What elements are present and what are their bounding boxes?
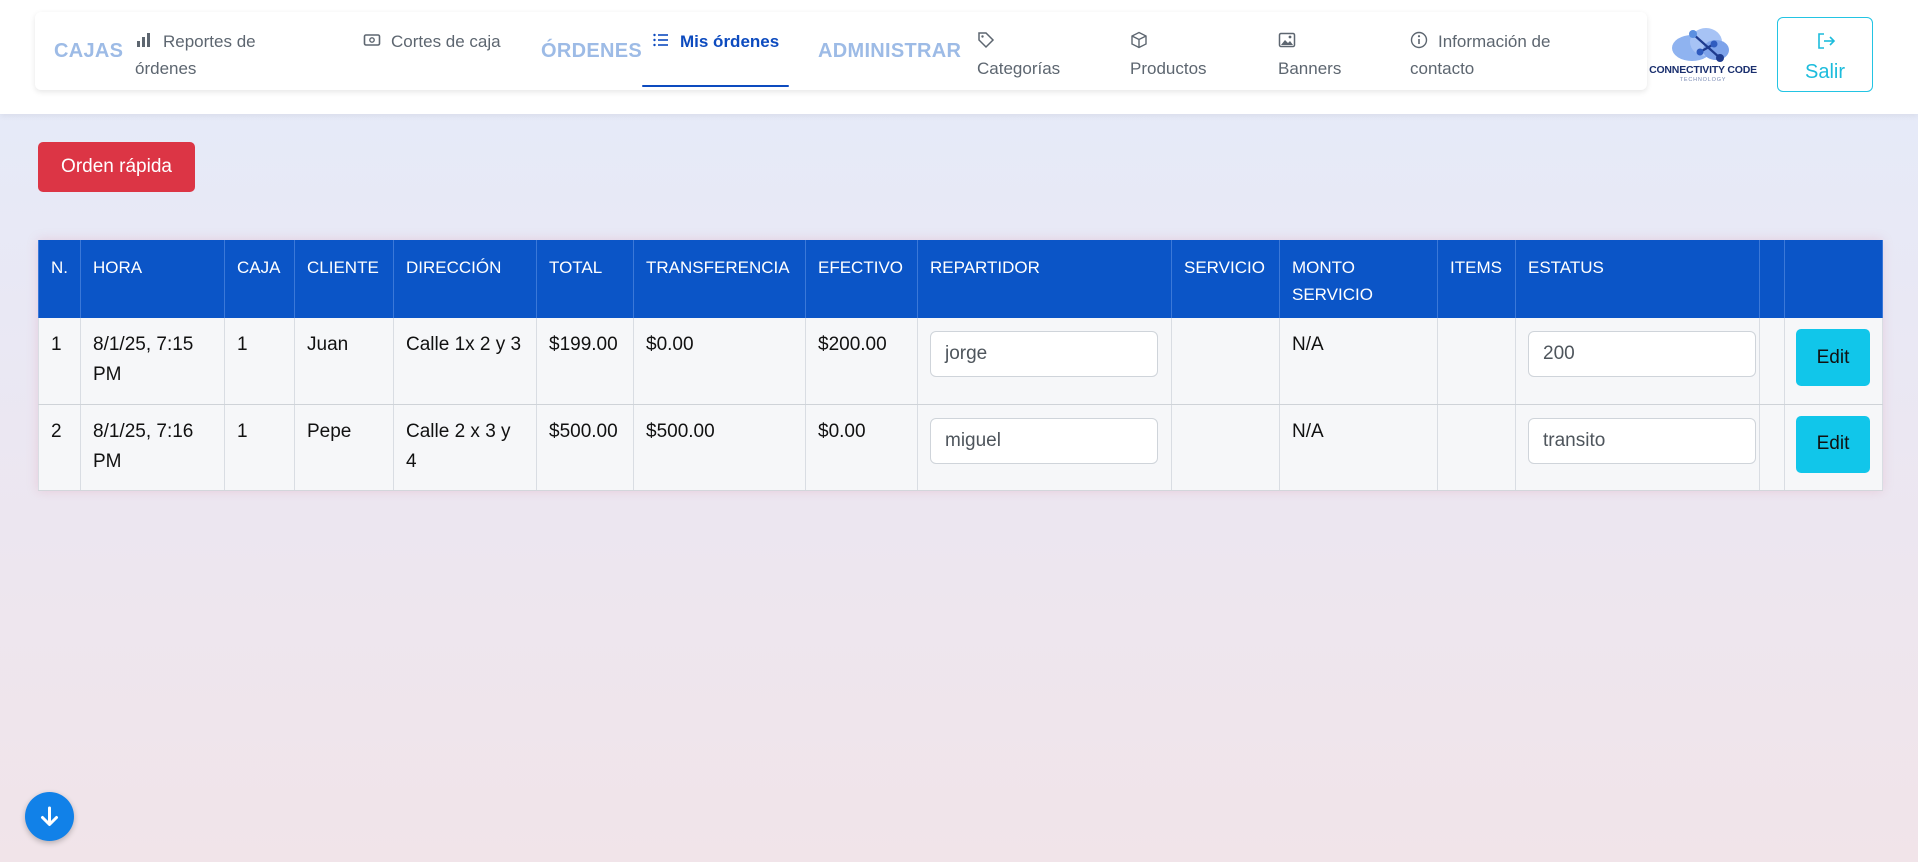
nav-item-cortes-label: Cortes de caja — [391, 32, 501, 51]
nav-item-reportes[interactable]: Reportes de órdenes — [135, 28, 305, 82]
cell-total: $500.00 — [536, 404, 634, 491]
active-tab-indicator — [642, 85, 789, 87]
column-header: MONTO SERVICIO — [1279, 240, 1438, 318]
cell-actions: Edit — [1784, 404, 1883, 491]
nav-item-informacion[interactable]: Información de contacto — [1410, 28, 1590, 82]
logout-button[interactable]: Salir — [1777, 17, 1873, 92]
bar-chart-icon — [135, 30, 153, 48]
column-header: N. — [38, 240, 81, 318]
table-row: 2 8/1/25, 7:16 PM 1 Pepe Calle 2 x 3 y 4… — [38, 404, 1883, 491]
table-header-row: N. HORA CAJA CLIENTE DIRECCIÓN TOTAL TRA… — [38, 240, 1883, 318]
cell-empty — [1759, 404, 1785, 491]
cash-icon — [363, 30, 381, 48]
nav-item-informacion-label: Información de contacto — [1410, 32, 1551, 78]
nav-item-categorias[interactable]: Categorías — [977, 28, 1097, 82]
info-icon — [1410, 30, 1428, 49]
top-bar: CAJAS Reportes de órdenes Cortes de caja… — [0, 0, 1918, 114]
logo-text: CONNECTIVITY CODE — [1649, 64, 1757, 76]
cell-cliente: Pepe — [294, 404, 394, 491]
cell-caja: 1 — [224, 318, 295, 405]
cell-monto-servicio: N/A — [1279, 318, 1438, 405]
nav-item-productos-label: Productos — [1130, 59, 1207, 78]
edit-button[interactable]: Edit — [1796, 329, 1870, 386]
orders-table: N. HORA CAJA CLIENTE DIRECCIÓN TOTAL TRA… — [38, 240, 1883, 491]
cell-caja: 1 — [224, 404, 295, 491]
cell-estatus: 200 — [1515, 318, 1760, 405]
cell-n: 2 — [38, 404, 81, 491]
nav-item-productos[interactable]: Productos — [1130, 28, 1240, 82]
cell-repartidor: jorge — [917, 318, 1172, 405]
column-header: TOTAL — [536, 240, 634, 318]
nav-item-mis-ordenes[interactable]: Mis órdenes — [652, 28, 782, 55]
column-header: ITEMS — [1437, 240, 1516, 318]
cell-direccion: Calle 1x 2 y 3 — [393, 318, 537, 405]
cell-efectivo: $200.00 — [805, 318, 918, 405]
logo-subtext: TECHNOLOGY — [1679, 77, 1727, 83]
nav-section-cajas: CAJAS — [54, 40, 124, 62]
cell-estatus: transito — [1515, 404, 1760, 491]
cell-cliente: Juan — [294, 318, 394, 405]
estatus-input[interactable]: 200 — [1528, 331, 1756, 377]
company-logo: CONNECTIVITY CODE TECHNOLOGY — [1648, 22, 1758, 88]
logout-icon — [1818, 33, 1836, 49]
orders-table-wrapper: N. HORA CAJA CLIENTE DIRECCIÓN TOTAL TRA… — [38, 240, 1883, 491]
repartidor-input[interactable]: miguel — [930, 417, 1158, 464]
list-icon — [652, 30, 670, 48]
nav-item-banners-label: Banners — [1278, 59, 1342, 78]
cell-servicio — [1171, 318, 1280, 405]
nav-section-administrar: ADMINISTRAR — [818, 40, 962, 62]
column-header: EFECTIVO — [805, 240, 918, 318]
cell-items — [1437, 318, 1516, 405]
column-header: REPARTIDOR — [917, 240, 1172, 318]
cell-empty — [1759, 318, 1785, 405]
quick-order-button[interactable]: Orden rápida — [38, 142, 195, 192]
cell-total: $199.00 — [536, 318, 634, 405]
column-header: TRANSFERENCIA — [633, 240, 806, 318]
cell-hora: 8/1/25, 7:15 PM — [80, 318, 225, 405]
cell-servicio — [1171, 404, 1280, 491]
nav-item-cortes[interactable]: Cortes de caja — [363, 28, 523, 55]
nav-item-reportes-label: Reportes de órdenes — [135, 32, 256, 78]
column-header: SERVICIO — [1171, 240, 1280, 318]
scroll-down-button[interactable] — [25, 792, 74, 841]
repartidor-input[interactable]: jorge — [930, 331, 1158, 377]
image-icon — [1278, 30, 1296, 48]
box-icon — [1130, 30, 1148, 49]
logout-label: Salir — [1804, 61, 1845, 83]
nav-item-mis-ordenes-label: Mis órdenes — [680, 32, 780, 51]
cell-n: 1 — [38, 318, 81, 405]
cell-efectivo: $0.00 — [805, 404, 918, 491]
cell-hora: 8/1/25, 7:16 PM — [80, 404, 225, 491]
column-header: HORA — [80, 240, 225, 318]
column-header: ESTATUS — [1515, 240, 1760, 318]
column-header: CLIENTE — [294, 240, 394, 318]
arrow-down-icon — [41, 806, 58, 826]
estatus-input[interactable]: transito — [1528, 417, 1756, 464]
edit-button[interactable]: Edit — [1796, 415, 1870, 473]
tag-icon — [977, 30, 995, 49]
column-header — [1784, 240, 1883, 318]
column-header — [1759, 240, 1785, 318]
cell-transferencia: $500.00 — [633, 404, 806, 491]
cell-items — [1437, 404, 1516, 491]
column-header: CAJA — [224, 240, 295, 318]
cell-direccion: Calle 2 x 3 y 4 — [393, 404, 537, 491]
table-row: 1 8/1/25, 7:15 PM 1 Juan Calle 1x 2 y 3 … — [38, 318, 1883, 405]
nav-item-categorias-label: Categorías — [977, 59, 1061, 78]
cell-monto-servicio: N/A — [1279, 404, 1438, 491]
cell-transferencia: $0.00 — [633, 318, 806, 405]
cell-actions: Edit — [1784, 318, 1883, 405]
cell-repartidor: miguel — [917, 404, 1172, 491]
nav-item-banners[interactable]: Banners — [1278, 28, 1378, 82]
column-header: DIRECCIÓN — [393, 240, 537, 318]
nav-section-ordenes: ÓRDENES — [541, 40, 643, 62]
